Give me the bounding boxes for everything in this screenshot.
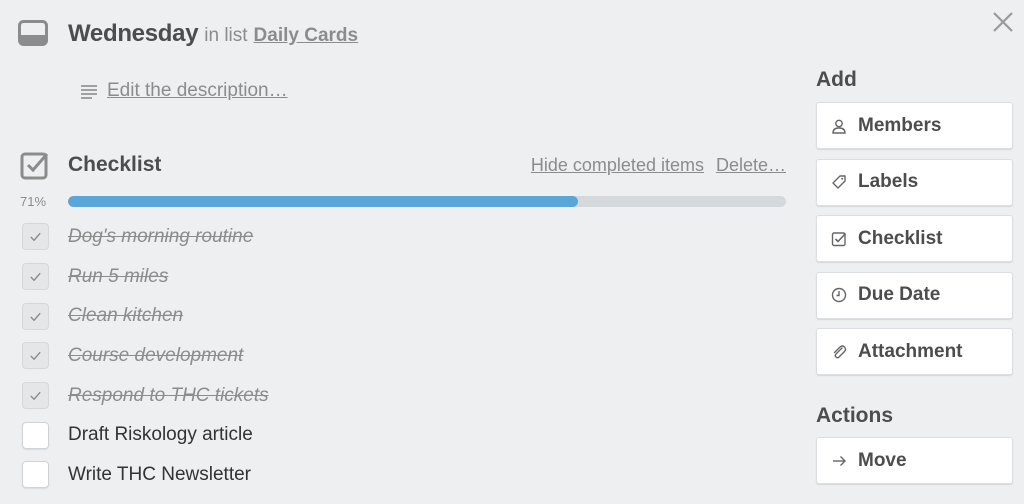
progress-bar-fill (68, 195, 578, 207)
paperclip-icon (833, 344, 847, 358)
checklist-header: Checklist Hide completed items Delete… (20, 148, 786, 182)
attachment-button-label: Attachment (858, 340, 963, 362)
tag-icon (832, 175, 846, 189)
item-checkbox[interactable] (22, 223, 49, 251)
card-icon (18, 20, 48, 46)
item-text[interactable]: Write THC Newsletter (68, 464, 251, 486)
checklist-icon (831, 231, 847, 246)
labels-button[interactable]: Labels (816, 158, 1013, 206)
move-button-label: Move (858, 449, 907, 471)
due-date-button-label: Due Date (858, 284, 941, 305)
card-header: Wednesday in list Daily Cards (18, 16, 358, 52)
item-text[interactable]: Dog's morning routine (68, 226, 253, 248)
check-icon (30, 312, 41, 321)
hide-completed-link[interactable]: Hide completed items (531, 155, 704, 176)
move-button[interactable]: Move (816, 437, 1013, 484)
check-icon (30, 391, 41, 401)
item-text[interactable]: Respond to THC tickets (68, 385, 269, 407)
attachment-button[interactable]: Attachment (816, 328, 1013, 375)
item-text[interactable]: Course development (68, 345, 243, 367)
checklist-items: Dog's morning routine Run 5 miles Clean … (22, 217, 788, 495)
item-text[interactable]: Draft Riskology article (68, 424, 253, 446)
item-checkbox[interactable] (22, 382, 49, 410)
checklist-item[interactable]: Write THC Newsletter (22, 455, 788, 495)
add-section-title: Add (816, 68, 857, 91)
list-name-link[interactable]: Daily Cards (254, 25, 359, 47)
description-icon (81, 85, 97, 99)
checklist-item[interactable]: Run 5 miles (22, 257, 788, 297)
labels-button-label: Labels (858, 171, 919, 192)
item-checkbox[interactable] (22, 302, 49, 330)
progress-bar (68, 195, 786, 207)
members-button-label: Members (858, 114, 942, 136)
checklist-item[interactable]: Dog's morning routine (22, 217, 788, 257)
checklist-item[interactable]: Course development (22, 336, 788, 376)
item-text[interactable]: Run 5 miles (68, 266, 168, 288)
members-button[interactable]: Members (816, 102, 1013, 149)
checklist-button[interactable]: Checklist (816, 215, 1013, 262)
item-checkbox[interactable] (22, 421, 49, 449)
delete-checklist-link[interactable]: Delete… (716, 155, 786, 176)
edit-description-link[interactable]: Edit the description… (107, 80, 288, 102)
progress-percent: 71% (20, 193, 47, 209)
item-text[interactable]: Clean kitchen (68, 305, 183, 327)
check-icon (30, 272, 41, 282)
item-checkbox[interactable] (22, 342, 49, 370)
check-icon (30, 352, 41, 361)
checklist-item[interactable]: Respond to THC tickets (22, 376, 788, 416)
check-icon (30, 233, 41, 242)
arrow-right-icon (833, 455, 846, 466)
checklist-item[interactable]: Clean kitchen (22, 296, 788, 336)
card-title[interactable]: Wednesday (68, 20, 199, 48)
item-checkbox[interactable] (22, 461, 49, 489)
clock-icon (831, 287, 847, 303)
checklist-icon (20, 152, 49, 180)
checklist-progress: 71% (20, 192, 786, 210)
checklist-item[interactable]: Draft Riskology article (22, 415, 788, 455)
person-icon (832, 119, 846, 134)
item-checkbox[interactable] (22, 263, 49, 291)
actions-section-title: Actions (816, 404, 894, 427)
checklist-button-label: Checklist (858, 227, 943, 249)
close-icon[interactable] (990, 9, 1016, 35)
in-list-text: in list (204, 25, 248, 46)
due-date-button[interactable]: Due Date (816, 271, 1013, 319)
card-sidebar: Add Members Labels Checklist Due Date At… (816, 64, 1014, 494)
description-row[interactable]: Edit the description… (80, 80, 288, 102)
checklist-title[interactable]: Checklist (68, 153, 519, 177)
